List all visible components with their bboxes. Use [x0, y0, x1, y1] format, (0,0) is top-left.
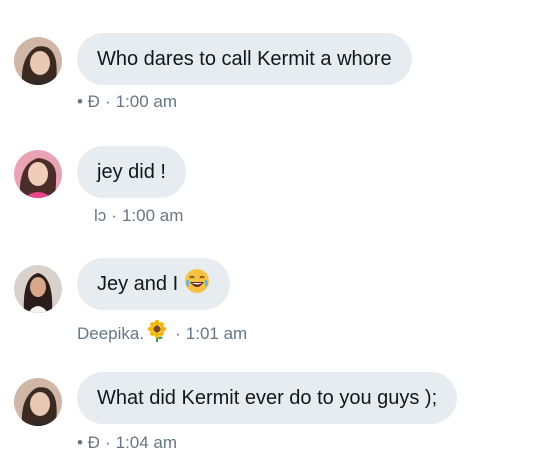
meta-separator: · [175, 323, 181, 343]
meta-separator: · [104, 433, 111, 452]
meta-separator: · [104, 92, 111, 111]
avatar-photo-icon [14, 37, 62, 85]
timestamp: 1:00 am [115, 92, 178, 111]
message-bubble[interactable]: jey did ! [77, 146, 186, 198]
message-meta: lↄ · 1:00 am [94, 206, 183, 226]
message-bubble[interactable]: What did Kermit ever do to you guys ); [77, 372, 458, 424]
avatar[interactable] [14, 265, 62, 313]
timestamp: 1:01 am [185, 323, 248, 343]
sender-name[interactable]: • Ð [77, 433, 100, 453]
message-meta: • Ð · 1:04 am [77, 433, 177, 453]
message-text: jey did ! [97, 161, 166, 183]
message-bubble[interactable]: Who dares to call Kermit a whore [77, 33, 412, 85]
message-meta: • Ð · 1:00 am [77, 92, 177, 112]
avatar[interactable] [14, 150, 62, 198]
sender-name[interactable]: lↄ [94, 206, 106, 226]
meta-separator: · [111, 206, 117, 225]
message-text: Who dares to call Kermit a whore [97, 48, 392, 70]
avatar-photo-icon [14, 150, 62, 198]
message-text: Jey and I [97, 273, 179, 295]
tears-of-joy-emoji-icon [184, 268, 210, 300]
message-meta: Deepika. · 1:01 am [77, 319, 248, 347]
avatar-photo-icon [14, 265, 62, 313]
timestamp: 1:00 am [121, 206, 184, 225]
sender-name[interactable]: • Ð [77, 92, 100, 112]
sunflower-emoji-icon [147, 319, 167, 347]
avatar-photo-icon [14, 378, 62, 426]
message-bubble[interactable]: Jey and I [77, 258, 231, 310]
timestamp: 1:04 am [115, 433, 178, 452]
avatar[interactable] [14, 37, 62, 85]
sender-name[interactable]: Deepika. [77, 324, 144, 344]
avatar[interactable] [14, 378, 62, 426]
message-text: What did Kermit ever do to you guys ); [97, 387, 438, 409]
